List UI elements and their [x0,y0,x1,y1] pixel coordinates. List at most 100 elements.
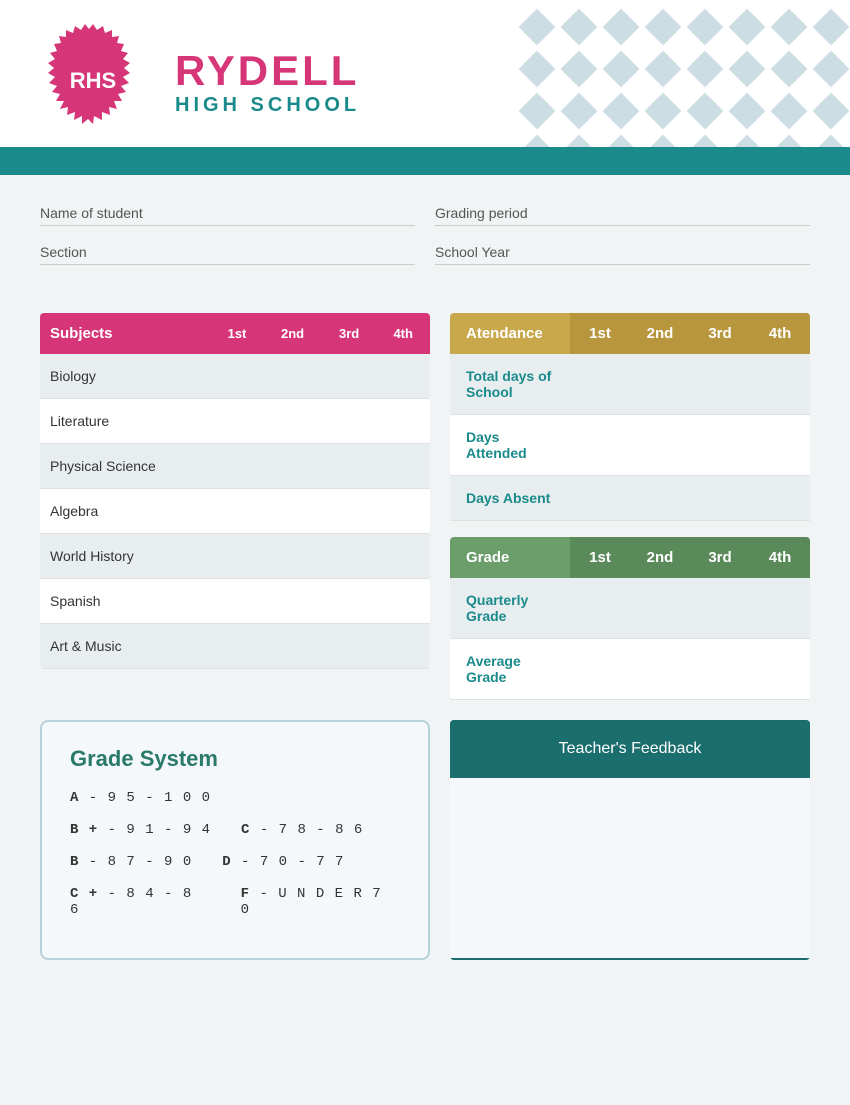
subject-q3 [322,624,377,669]
att-q1-header: 1st [570,313,630,354]
subject-q4 [376,399,430,444]
school-name-main: RYDELL [175,48,360,94]
subjects-col-header: Subjects [40,313,211,354]
att-q4 [750,354,810,414]
subject-q4 [376,354,430,399]
school-logo: RHS [32,20,154,142]
subject-name: Algebra [40,489,211,534]
subject-q4 [376,579,430,624]
grade-scale-item: A - 9 5 - 1 0 0 [70,790,211,806]
right-section: Atendance 1st 2nd 3rd 4th Total days of … [450,313,810,700]
grade-scale-item: D - 7 0 - 7 7 [222,854,344,870]
form-right: Grading period School Year [435,205,810,283]
subject-name: Physical Science [40,444,211,489]
subjects-section: Subjects 1st 2nd 3rd 4th Biology Literat… [40,313,430,700]
subject-q4 [376,624,430,669]
feedback-body [450,778,810,958]
table-row: Art & Music [40,624,430,669]
name-label: Name of student [40,205,415,226]
subject-q1 [211,399,264,444]
list-item: B + - 9 1 - 9 4C - 7 8 - 8 6 [70,822,400,846]
attendance-label: Atendance [450,313,570,354]
grade-q4 [750,578,810,638]
grade-scale-item: B - 8 7 - 9 0 [70,854,192,870]
att-q4 [750,415,810,475]
subject-q2 [263,444,322,489]
att-q2 [630,415,690,475]
subject-q2 [263,534,322,579]
subject-q1 [211,624,264,669]
section-field: Section [40,244,415,265]
subject-q3 [322,489,377,534]
list-item: Quarterly Grade [450,578,810,639]
att-q2-header: 2nd [630,313,690,354]
att-q4 [750,476,810,520]
attendance-section: Atendance 1st 2nd 3rd 4th Total days of … [450,313,810,521]
subject-q1 [211,489,264,534]
list-item: Days Absent [450,476,810,521]
grade-q3 [690,639,750,699]
list-item: Days Attended [450,415,810,476]
grade-q2 [630,578,690,638]
grade-scale-item: B + - 9 1 - 9 4 [70,822,211,838]
list-item: B - 8 7 - 9 0 D - 7 0 - 7 7 [70,854,400,878]
subject-q3 [322,534,377,579]
subjects-q1-header: 1st [211,313,264,354]
list-item: C + - 8 4 - 8 6 F - U N D E R 7 0 [70,886,400,926]
svg-text:RHS: RHS [70,68,116,93]
subject-q3 [322,444,377,489]
subject-q4 [376,444,430,489]
grade-label: Grade [450,537,570,578]
subjects-q2-header: 2nd [263,313,322,354]
subject-q4 [376,534,430,579]
att-q4-header: 4th [750,313,810,354]
grade-q1 [570,578,630,638]
table-row: World History [40,534,430,579]
subject-q2 [263,579,322,624]
grade-scales: A - 9 5 - 1 0 0 B + - 9 1 - 9 4C - 7 8 - … [70,790,400,926]
list-item: A - 9 5 - 1 0 0 [70,790,400,814]
name-field: Name of student [40,205,415,226]
school-name-sub: HIGH SCHOOL [175,94,360,117]
form-left: Name of student Section [40,205,415,283]
grade-scale-item: C + - 8 4 - 8 6 [70,886,211,918]
grade-row-label: Quarterly Grade [450,578,570,638]
grade-scale-item: F - U N D E R 7 0 [241,886,400,918]
grade-q4-header: 4th [750,537,810,578]
header-teal-bar [0,147,850,175]
subject-q1 [211,579,264,624]
school-name-block: RYDELL HIGH SCHOOL [175,48,360,117]
grade-q1-header: 1st [570,537,630,578]
grade-system-title: Grade System [70,746,400,772]
school-year-field: School Year [435,244,810,265]
attendance-header: Atendance 1st 2nd 3rd 4th [450,313,810,354]
table-row: Biology [40,354,430,399]
subject-q2 [263,624,322,669]
subject-q4 [376,489,430,534]
grade-q2-header: 2nd [630,537,690,578]
grade-row-label: Average Grade [450,639,570,699]
grade-q1 [570,639,630,699]
subjects-q4-header: 4th [376,313,430,354]
att-q2 [630,476,690,520]
grade-q2 [630,639,690,699]
subjects-q3-header: 3rd [322,313,377,354]
two-col-section: Subjects 1st 2nd 3rd 4th Biology Literat… [40,313,810,700]
att-q1 [570,415,630,475]
table-row: Literature [40,399,430,444]
grading-period-field: Grading period [435,205,810,226]
subject-name: Biology [40,354,211,399]
subject-name: Literature [40,399,211,444]
subject-q3 [322,354,377,399]
subject-q3 [322,399,377,444]
subject-name: Art & Music [40,624,211,669]
list-item: Total days of School [450,354,810,415]
subject-name: Spanish [40,579,211,624]
att-row-label: Total days of School [450,354,570,414]
subject-q2 [263,399,322,444]
att-q3-header: 3rd [690,313,750,354]
subjects-table: Subjects 1st 2nd 3rd 4th Biology Literat… [40,313,430,669]
subject-q1 [211,444,264,489]
att-row-label: Days Attended [450,415,570,475]
diamond-decoration [510,0,850,155]
